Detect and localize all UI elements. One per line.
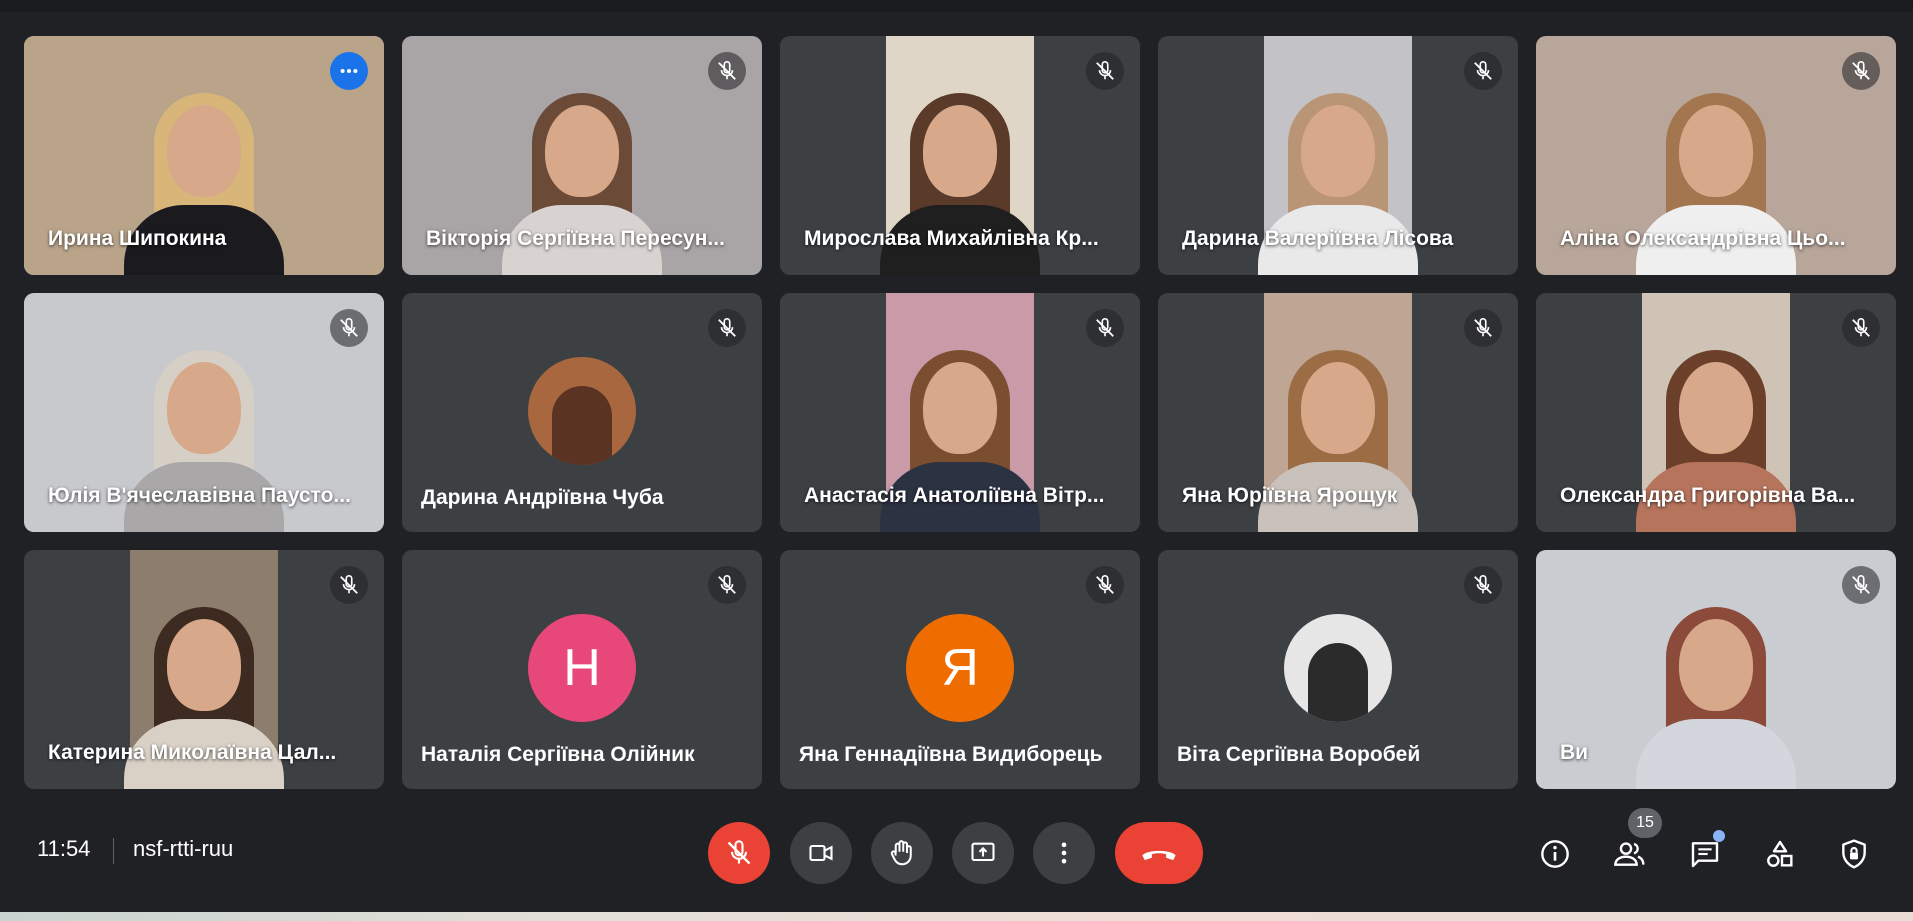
muted-indicator: [708, 566, 746, 604]
meet-app: Ирина Шипокина Вікторія Сергіївна Пересун…: [0, 0, 1913, 921]
muted-indicator: [1086, 309, 1124, 347]
participant-tile[interactable]: Аліна Олександрівна Цьо...: [1536, 36, 1896, 275]
mic-off-icon: [1852, 61, 1870, 80]
mic-off-icon: [1096, 318, 1114, 337]
letter-avatar: Я: [906, 614, 1014, 722]
participant-tile[interactable]: Дарина Валеріївна Лісова: [1158, 36, 1518, 275]
participant-name: Мирослава Михайлівна Кр...: [804, 227, 1099, 250]
mic-off-icon: [340, 575, 358, 594]
present-icon: [971, 842, 995, 862]
people-icon: [1614, 842, 1645, 866]
mic-off-icon: [727, 840, 751, 865]
participant-options-button[interactable]: [330, 52, 368, 90]
more-horizontal-icon: [340, 68, 358, 74]
participant-tile[interactable]: Н Наталія Сергіївна Олійник: [402, 550, 762, 789]
activities-button[interactable]: [1756, 830, 1804, 878]
muted-indicator: [1086, 52, 1124, 90]
participant-tile[interactable]: Олександра Григорівна Ва...: [1536, 293, 1896, 532]
participant-grid: Ирина Шипокина Вікторія Сергіївна Пересун…: [24, 36, 1896, 789]
more-vertical-icon: [1061, 842, 1067, 864]
participant-tile[interactable]: Ви: [1536, 550, 1896, 789]
muted-indicator: [1464, 309, 1502, 347]
participant-tile[interactable]: Мирослава Михайлівна Кр...: [780, 36, 1140, 275]
mic-off-icon: [1852, 318, 1870, 337]
avatar: [1284, 614, 1392, 722]
muted-indicator: [1842, 52, 1880, 90]
participant-name: Наталія Сергіївна Олійник: [421, 743, 695, 766]
participant-name: Юлія В'ячеславівна Паусто...: [48, 484, 351, 507]
muted-indicator: [1842, 566, 1880, 604]
participant-name: Катерина Миколаївна Цал...: [48, 741, 337, 764]
muted-indicator: [330, 309, 368, 347]
avatar-letter: Я: [941, 639, 979, 697]
raise-hand-button[interactable]: [871, 822, 933, 884]
mic-off-icon: [1096, 575, 1114, 594]
participant-tile[interactable]: Катерина Миколаївна Цал...: [24, 550, 384, 789]
mic-off-icon: [1096, 61, 1114, 80]
meeting-code[interactable]: nsf-rtti-ruu: [133, 836, 233, 862]
chat-icon: [1691, 842, 1719, 868]
participant-tile[interactable]: Вікторія Сергіївна Пересун...: [402, 36, 762, 275]
participant-name: Аліна Олександрівна Цьо...: [1560, 227, 1846, 250]
participant-name: Дарина Валеріївна Лісова: [1182, 227, 1454, 250]
participant-name: Олександра Григорівна Ва...: [1560, 484, 1856, 507]
shield-lock-icon: [1842, 839, 1866, 869]
participant-tile[interactable]: Я Яна Геннадіївна Видиборець: [780, 550, 1140, 789]
end-call-button[interactable]: [1115, 822, 1203, 884]
participant-tile[interactable]: Анастасія Анатоліївна Вітр...: [780, 293, 1140, 532]
person-figure: [1636, 607, 1796, 789]
avatar-letter: Н: [563, 639, 601, 697]
participant-tile[interactable]: Віта Сергіївна Воробей: [1158, 550, 1518, 789]
mic-off-icon: [1474, 575, 1492, 594]
muted-indicator: [1086, 566, 1124, 604]
top-strip: [0, 0, 1913, 12]
mic-off-icon: [718, 318, 736, 337]
participant-name: Віта Сергіївна Воробей: [1177, 743, 1421, 766]
meeting-clock: 11:54: [37, 836, 91, 861]
present-screen-button[interactable]: [952, 822, 1014, 884]
mic-off-icon: [718, 61, 736, 80]
letter-avatar: Н: [528, 614, 636, 722]
participant-name: Вікторія Сергіївна Пересун...: [426, 227, 725, 250]
muted-indicator: [1464, 52, 1502, 90]
participant-name: Анастасія Анатоліївна Вітр...: [804, 484, 1105, 507]
participant-name: Яна Геннадіївна Видиборець: [799, 743, 1103, 766]
muted-indicator: [708, 52, 746, 90]
muted-indicator: [708, 309, 746, 347]
desktop-strip: [0, 912, 1913, 921]
hang-up-icon: [1142, 850, 1176, 861]
participant-name: Ирина Шипокина: [48, 227, 227, 250]
chat-unread-dot: [1713, 830, 1725, 842]
mic-off-icon: [1474, 61, 1492, 80]
participant-tile[interactable]: Юлія В'ячеславівна Паусто...: [24, 293, 384, 532]
mic-off-icon: [1852, 575, 1870, 594]
info-icon: [1541, 840, 1569, 868]
mic-off-icon: [340, 318, 358, 337]
participant-tile[interactable]: Ирина Шипокина: [24, 36, 384, 275]
participant-name: Ви: [1560, 741, 1589, 764]
participant-count-badge: 15: [1628, 808, 1662, 838]
microphone-toggle-button[interactable]: [708, 822, 770, 884]
muted-indicator: [1842, 309, 1880, 347]
more-options-button[interactable]: [1033, 822, 1095, 884]
camera-icon: [809, 844, 833, 862]
muted-indicator: [1464, 566, 1502, 604]
divider: [113, 838, 114, 864]
hand-icon: [890, 840, 912, 866]
mic-off-icon: [718, 575, 736, 594]
participant-name: Яна Юріївна Ярощук: [1182, 484, 1398, 507]
avatar: [528, 357, 636, 465]
participant-tile[interactable]: Яна Юріївна Ярощук: [1158, 293, 1518, 532]
shapes-icon: [1767, 840, 1793, 867]
participant-tile[interactable]: Дарина Андріївна Чуба: [402, 293, 762, 532]
participant-name: Дарина Андріївна Чуба: [421, 486, 664, 509]
mic-off-icon: [1474, 318, 1492, 337]
control-bar: 11:54 nsf-rtti-ruu 15: [0, 800, 1913, 910]
camera-toggle-button[interactable]: [790, 822, 852, 884]
meeting-details-button[interactable]: [1531, 830, 1579, 878]
muted-indicator: [330, 566, 368, 604]
host-controls-button[interactable]: [1830, 830, 1878, 878]
